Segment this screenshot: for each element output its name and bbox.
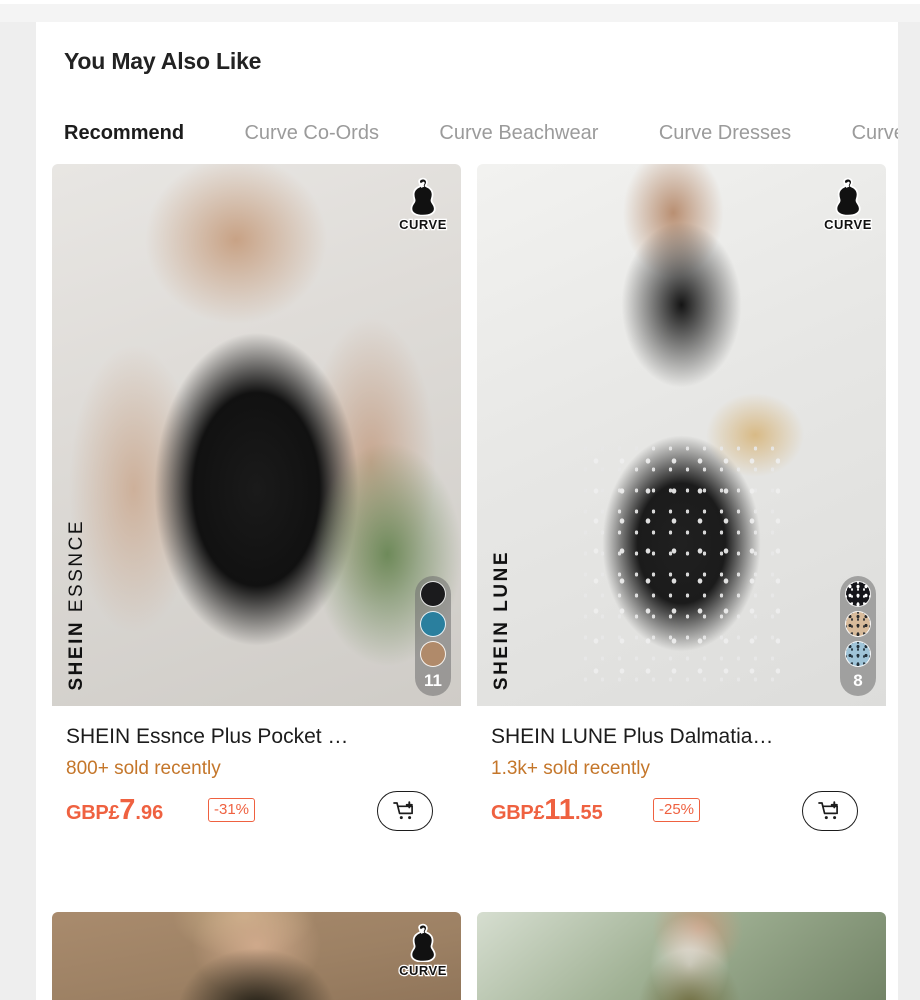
product-title-1[interactable]: SHEIN Essnce Plus Pocket …: [66, 724, 456, 750]
tab-curve-beachwear[interactable]: Curve Beachwear: [439, 106, 598, 160]
product-sold-count-1: 800+ sold recently: [66, 758, 221, 779]
color-swatch-tan[interactable]: [420, 641, 446, 667]
product-sold-count-2: 1.3k+ sold recently: [491, 758, 650, 779]
brand-watermark-1: SHEIN ESSNCE: [66, 519, 88, 691]
product-row-1: CURVE SHEIN ESSNCE 11 SHEIN Essnce Plus …: [52, 164, 898, 870]
price-fraction: .96: [135, 802, 164, 824]
color-swatch-dalmatian-tan[interactable]: [845, 611, 871, 637]
price-integer: 7: [119, 794, 136, 826]
product-price-2: GBP£11.55: [491, 794, 603, 827]
discount-badge-2: -25%: [653, 798, 701, 822]
product-row-2: CURVE: [52, 912, 898, 1000]
pattern-overlay: [583, 445, 780, 696]
cart-plus-icon: [818, 801, 838, 820]
color-count-2: 8: [853, 671, 863, 690]
brand-watermark-2: SHEIN LUNE: [491, 550, 513, 690]
brand-primary: SHEIN: [66, 619, 87, 690]
cart-plus-icon: [393, 801, 413, 820]
tab-curve-dresses[interactable]: Curve Dresses: [659, 106, 791, 160]
product-image-2[interactable]: CURVE SHEIN LUNE 8: [477, 164, 886, 706]
color-count-1: 11: [424, 671, 442, 690]
color-swatch-rail-2[interactable]: 8: [840, 576, 876, 696]
price-currency: GBP£: [491, 802, 545, 824]
page-title: You May Also Like: [64, 48, 262, 74]
add-to-cart-button-1[interactable]: [377, 791, 433, 831]
brand-secondary: ESSNCE: [66, 518, 87, 612]
product-info-2: SHEIN LUNE Plus Dalmatia… 1.3k+ sold rec…: [477, 706, 886, 832]
product-title-2[interactable]: SHEIN LUNE Plus Dalmatia…: [491, 724, 881, 750]
recommendations-card: You May Also Like Recommend Curve Co-Ord…: [36, 22, 898, 1000]
color-swatch-dalmatian-blue[interactable]: [845, 641, 871, 667]
price-currency: GBP£: [66, 802, 120, 824]
tab-recommend[interactable]: Recommend: [64, 106, 184, 160]
brand-secondary: LUNE: [491, 549, 512, 612]
color-swatch-dalmatian-black[interactable]: [845, 581, 871, 607]
product-image-3[interactable]: CURVE: [52, 912, 461, 1000]
product-image-4[interactable]: [477, 912, 886, 1000]
product-photo: [477, 912, 886, 1000]
price-fraction: .55: [574, 802, 603, 824]
add-to-cart-button-2[interactable]: [802, 791, 858, 831]
price-integer: 11: [544, 794, 575, 826]
color-swatch-rail-1[interactable]: 11: [415, 576, 451, 696]
product-photo: [52, 912, 461, 1000]
color-swatch-black[interactable]: [420, 581, 446, 607]
product-card-4[interactable]: [477, 912, 886, 1000]
right-gutter: [898, 22, 920, 1000]
product-info-1: SHEIN Essnce Plus Pocket … 800+ sold rec…: [52, 706, 461, 832]
product-grid: CURVE SHEIN ESSNCE 11 SHEIN Essnce Plus …: [52, 164, 898, 1000]
left-gutter: [0, 22, 36, 1000]
brand-primary: SHEIN: [491, 619, 512, 690]
product-photo: [52, 164, 461, 706]
tab-curve-d[interactable]: Curve D: [852, 106, 898, 160]
price-row-1: GBP£7.96 -31%: [66, 791, 459, 832]
product-image-1[interactable]: CURVE SHEIN ESSNCE 11: [52, 164, 461, 706]
page-root: You May Also Like Recommend Curve Co-Ord…: [0, 0, 920, 1000]
color-swatch-teal[interactable]: [420, 611, 446, 637]
discount-badge-1: -31%: [208, 798, 256, 822]
price-row-2: GBP£11.55 -25%: [491, 791, 884, 832]
category-tab-bar[interactable]: Recommend Curve Co-Ords Curve Beachwear …: [36, 106, 898, 160]
product-card-2[interactable]: CURVE SHEIN LUNE 8 SHEIN LUNE Plus Dalma…: [477, 164, 886, 832]
product-card-3[interactable]: CURVE: [52, 912, 461, 1000]
product-card-1[interactable]: CURVE SHEIN ESSNCE 11 SHEIN Essnce Plus …: [52, 164, 461, 832]
product-photo: [477, 164, 886, 706]
top-gray-band: [0, 4, 920, 22]
product-price-1: GBP£7.96: [66, 794, 163, 827]
tab-curve-co-ords[interactable]: Curve Co-Ords: [244, 106, 378, 160]
